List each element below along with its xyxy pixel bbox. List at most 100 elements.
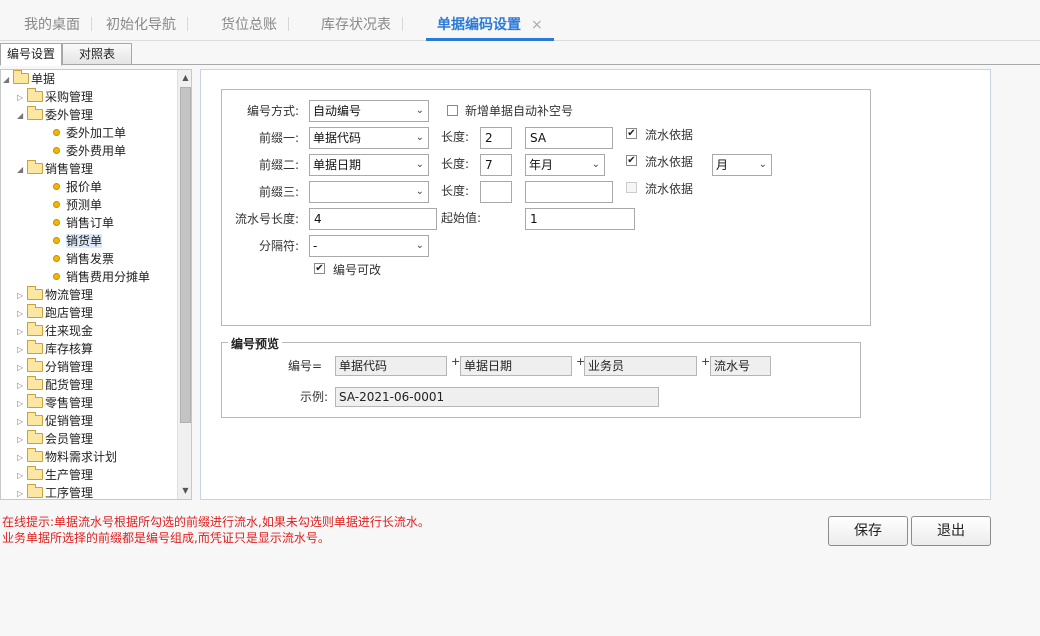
chevron-down-icon: ⌄ [758, 159, 767, 170]
serial-basis1-checkbox[interactable]: ✔ [626, 128, 637, 139]
tree-item-retail[interactable]: ▷ 零售管理 [17, 394, 93, 412]
plus-sign: + [701, 355, 711, 368]
tree-item-production[interactable]: ▷ 生产管理 [17, 466, 93, 484]
expand-icon[interactable]: ▷ [17, 467, 27, 485]
folder-icon [27, 358, 43, 372]
code3-input[interactable] [525, 181, 613, 203]
expand-icon[interactable]: ▷ [17, 359, 27, 377]
number-settings-box: 编号方式: 自动编号 ⌄ 新增单据自动补空号 前缀一: 单据代码 ⌄ 长度: 2 S… [221, 89, 871, 326]
save-button[interactable]: 保存 [828, 516, 908, 546]
tree-scrollbar[interactable]: ▲ ▼ [177, 70, 191, 499]
document-icon [53, 273, 60, 280]
close-icon[interactable]: × [531, 17, 543, 33]
tree-leaf-sales-order[interactable]: 销售订单 [53, 214, 114, 232]
chevron-down-icon: ⌄ [415, 186, 424, 197]
tab-doc-code-settings-label: 单据编码设置 [437, 17, 521, 33]
prefix2-select[interactable]: 单据日期 ⌄ [309, 154, 429, 176]
month-select[interactable]: 月 ⌄ [712, 154, 772, 176]
expand-icon[interactable]: ▷ [17, 377, 27, 395]
mode-select[interactable]: 自动编号 ⌄ [309, 100, 429, 122]
tree-item-mrp[interactable]: ▷ 物料需求计划 [17, 448, 117, 466]
expand-icon[interactable]: ▷ [17, 287, 27, 305]
scroll-thumb[interactable] [180, 87, 191, 423]
tree-item-promotion[interactable]: ▷ 促销管理 [17, 412, 93, 430]
online-hint-2: 业务单据所选择的前缀都是编号组成,而凭证只是显示流水号。 [2, 531, 330, 545]
folder-icon [27, 376, 43, 390]
tree-leaf-delivery[interactable]: 销货单 [53, 232, 103, 250]
tab-doc-code-settings[interactable]: 单据编码设置 × [426, 14, 554, 41]
expand-icon[interactable]: ▷ [17, 341, 27, 359]
document-icon [53, 255, 60, 262]
expand-icon[interactable]: ▷ [17, 395, 27, 413]
auto-fill-label: 新增单据自动补空号 [465, 104, 574, 118]
tree-item-inventory-accounting[interactable]: ▷ 库存核算 [17, 340, 93, 358]
tree-item-process[interactable]: ▷ 工序管理 [17, 484, 93, 500]
tab-location-ledger[interactable]: 货位总账 [221, 14, 289, 40]
separator-select[interactable]: - ⌄ [309, 235, 429, 257]
prefix3-select[interactable]: ⌄ [309, 181, 429, 203]
collapse-icon[interactable]: ◢ [3, 71, 13, 89]
start-value-input[interactable]: 1 [525, 208, 635, 230]
expand-icon[interactable]: ▷ [17, 449, 27, 467]
scroll-down-icon[interactable]: ▼ [178, 483, 191, 498]
code1-input[interactable]: SA [525, 127, 613, 149]
mode-label: 编号方式: [246, 104, 299, 118]
example-value: SA-2021-06-0001 [335, 387, 659, 407]
expand-icon[interactable]: ▷ [17, 485, 27, 500]
exit-button[interactable]: 退出 [911, 516, 991, 546]
length1-input[interactable]: 2 [480, 127, 512, 149]
serial-basis3-checkbox[interactable] [626, 182, 637, 193]
serial-length-label: 流水号长度: [234, 212, 299, 226]
serial-length-input[interactable]: 4 [309, 208, 437, 230]
preview-title: 编号预览 [228, 335, 283, 352]
tree-leaf-sales-expense-allocation[interactable]: 销售费用分摊单 [53, 268, 150, 286]
tree-item-logistics[interactable]: ▷ 物流管理 [17, 286, 93, 304]
tab-my-desktop[interactable]: 我的桌面 [24, 14, 92, 40]
serial-basis2-checkbox[interactable]: ✔ [626, 155, 637, 166]
tree-item-store-visit[interactable]: ▷ 跑店管理 [17, 304, 93, 322]
document-icon [53, 147, 60, 154]
collapse-icon[interactable]: ◢ [17, 107, 27, 125]
tree-leaf-quote[interactable]: 报价单 [53, 178, 102, 196]
preview-box: 编号预览 编号= 单据代码 + 单据日期 + 业务员 + 流水号 示例: SA-… [221, 335, 861, 418]
scroll-up-icon[interactable]: ▲ [178, 70, 191, 85]
preview-part-3: 业务员 [584, 356, 697, 376]
tree-item-member[interactable]: ▷ 会员管理 [17, 430, 93, 448]
length3-input[interactable] [480, 181, 512, 203]
editable-checkbox[interactable]: ✔ [314, 263, 325, 274]
folder-open-icon [27, 160, 43, 174]
prefix1-select[interactable]: 单据代码 ⌄ [309, 127, 429, 149]
date-format-select[interactable]: 年月 ⌄ [525, 154, 605, 176]
tree-item-allocation[interactable]: ▷ 配货管理 [17, 376, 93, 394]
tree-item-outsource[interactable]: ◢ 委外管理 [17, 106, 93, 124]
editable-label: 编号可改 [333, 263, 382, 277]
tab-init-nav[interactable]: 初始化导航 [106, 14, 188, 40]
tab-number-settings[interactable]: 编号设置 [0, 43, 63, 66]
tree-item-sales[interactable]: ◢ 销售管理 [17, 160, 93, 178]
tab-mapping-table[interactable]: 对照表 [62, 43, 132, 65]
tree-leaf-outsource-processing[interactable]: 委外加工单 [53, 124, 126, 142]
document-icon [53, 129, 60, 136]
expand-icon[interactable]: ▷ [17, 323, 27, 341]
preview-part-4: 流水号 [710, 356, 771, 376]
auto-fill-checkbox[interactable] [447, 105, 458, 116]
tree-leaf-sales-invoice[interactable]: 销售发票 [53, 250, 114, 268]
folder-icon [27, 304, 43, 318]
document-icon [53, 201, 60, 208]
length2-input[interactable]: 7 [480, 154, 512, 176]
expand-icon[interactable]: ▷ [17, 305, 27, 323]
collapse-icon[interactable]: ◢ [17, 161, 27, 179]
folder-icon [27, 340, 43, 354]
code-label: 编号= [287, 359, 322, 373]
expand-icon[interactable]: ▷ [17, 89, 27, 107]
sub-tab-bar: 编号设置 对照表 [0, 43, 1040, 66]
tree-root[interactable]: ◢ 单据 [3, 70, 55, 88]
expand-icon[interactable]: ▷ [17, 413, 27, 431]
expand-icon[interactable]: ▷ [17, 431, 27, 449]
tree-item-distribution[interactable]: ▷ 分销管理 [17, 358, 93, 376]
tree-leaf-forecast[interactable]: 预测单 [53, 196, 102, 214]
tree-leaf-outsource-expense[interactable]: 委外费用单 [53, 142, 126, 160]
tree-item-purchase[interactable]: ▷ 采购管理 [17, 88, 93, 106]
tree-item-cash[interactable]: ▷ 往来现金 [17, 322, 93, 340]
tab-stock-status[interactable]: 库存状况表 [321, 14, 403, 40]
